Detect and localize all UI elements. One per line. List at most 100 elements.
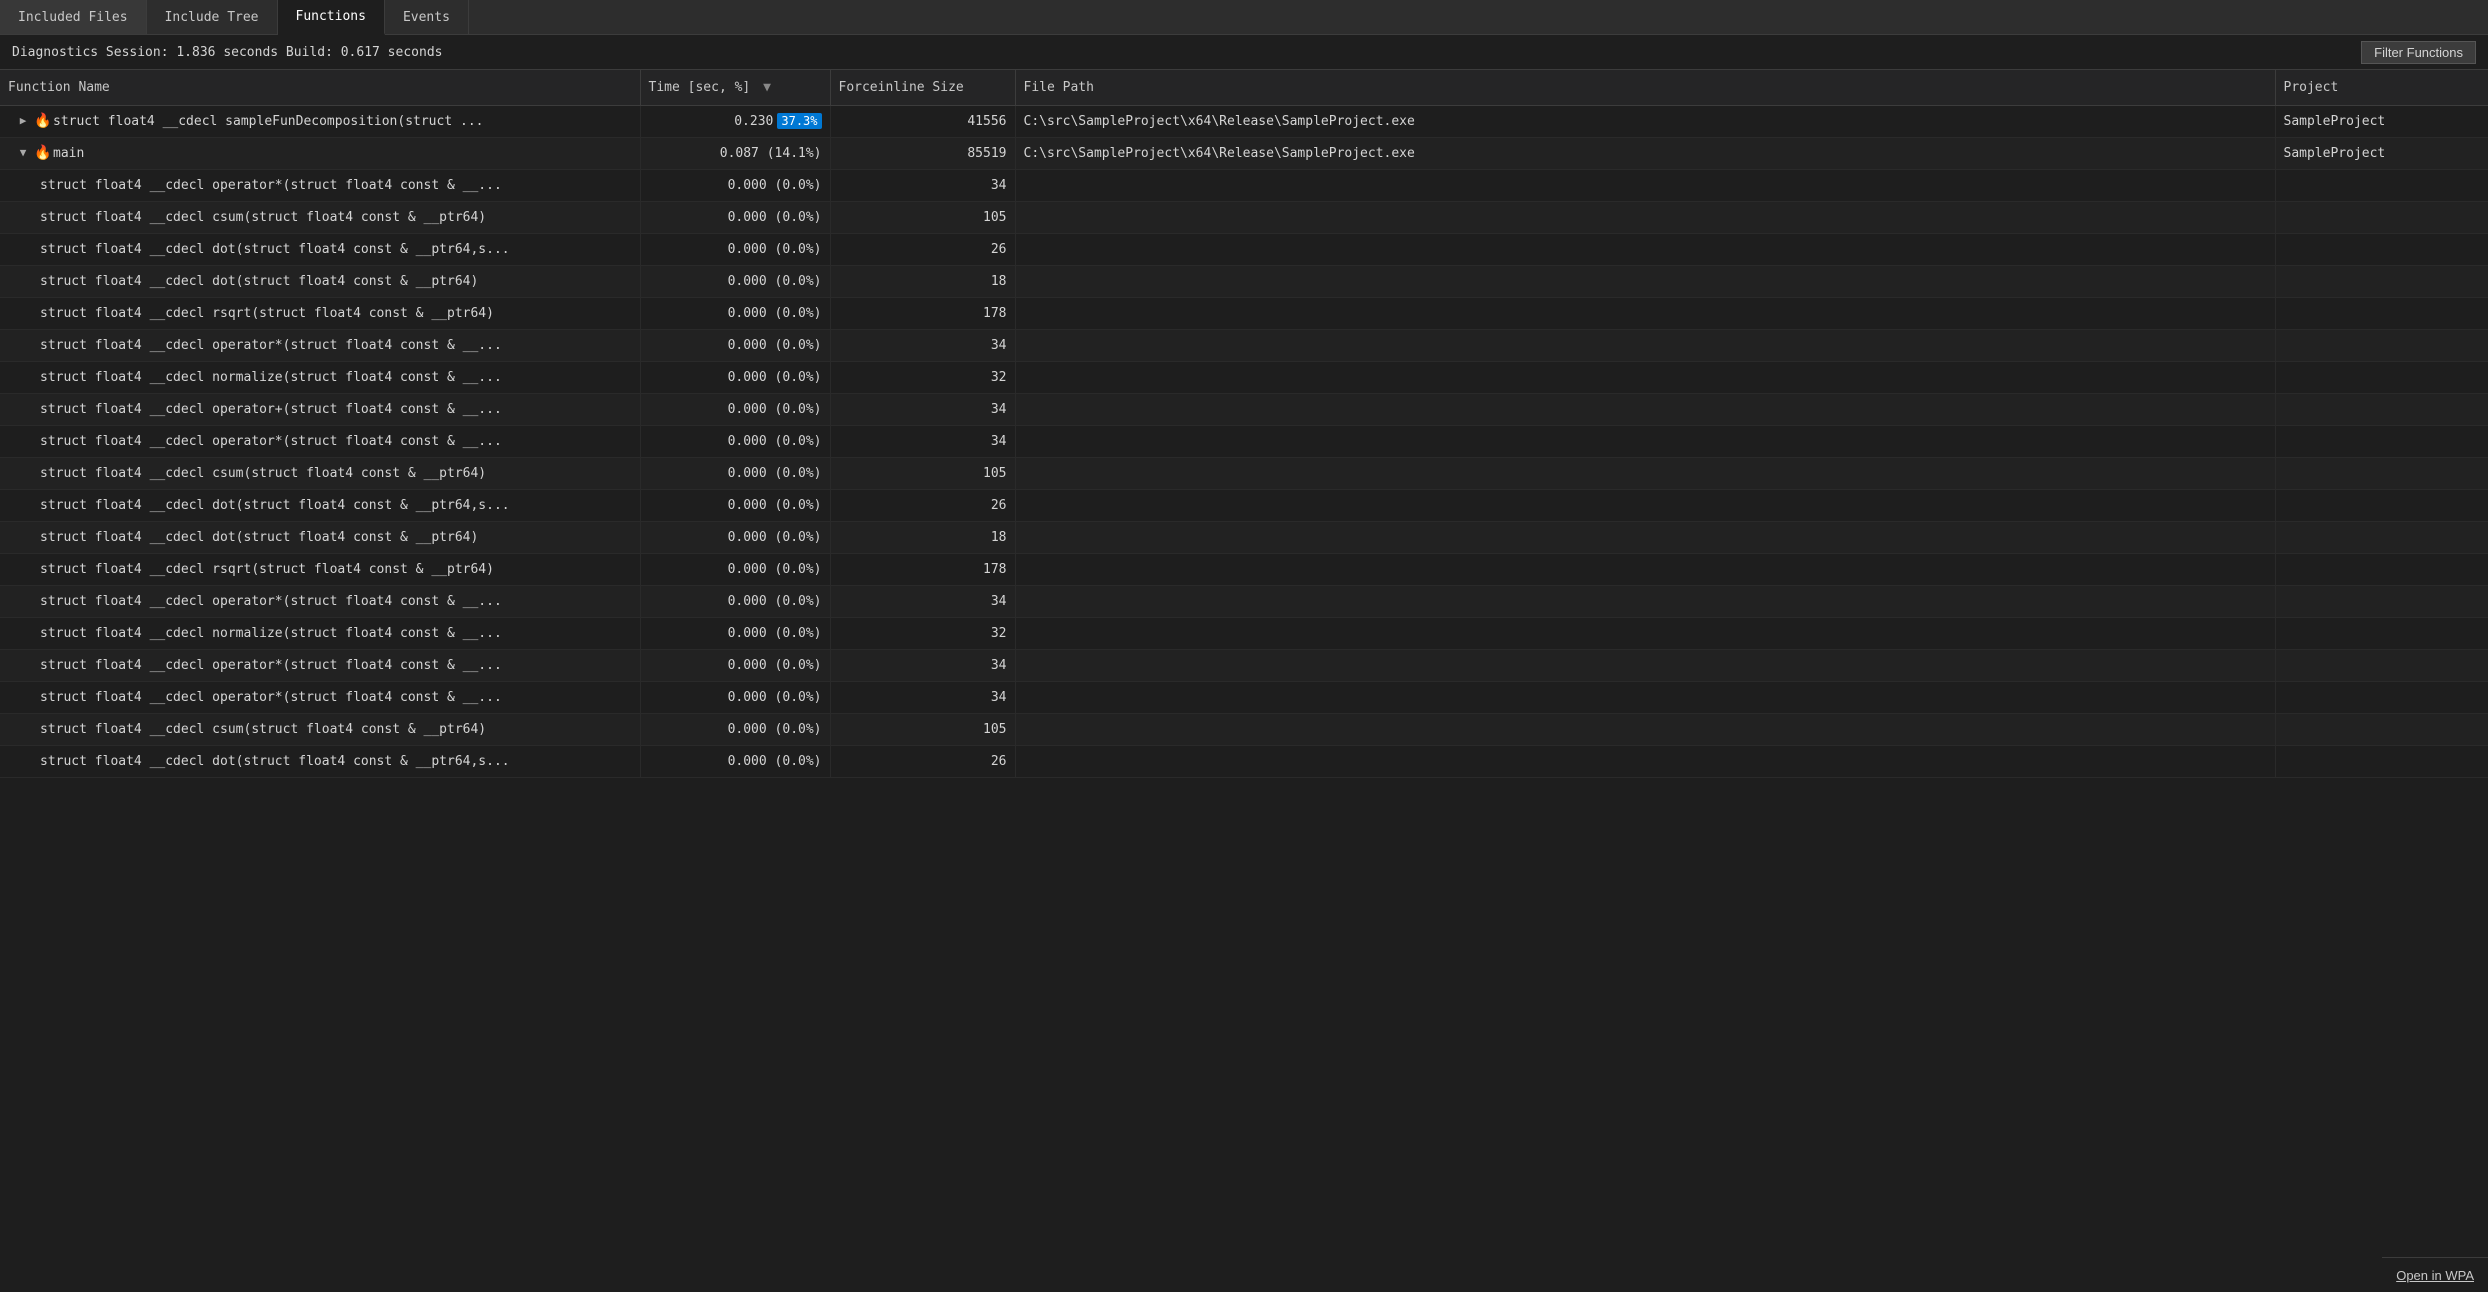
cell-force: 34: [830, 649, 1015, 681]
time-value: 0.000 (0.0%): [728, 178, 822, 193]
function-name-text: struct float4 __cdecl dot(struct float4 …: [40, 498, 510, 513]
cell-path: [1015, 489, 2275, 521]
table-row[interactable]: struct float4 __cdecl operator+(struct f…: [0, 393, 2488, 425]
function-name-text: struct float4 __cdecl operator*(struct f…: [40, 690, 502, 705]
time-value: 0.000 (0.0%): [728, 498, 822, 513]
tab-events[interactable]: Events: [385, 0, 469, 34]
cell-function-name: struct float4 __cdecl rsqrt(struct float…: [0, 297, 640, 329]
cell-path: [1015, 393, 2275, 425]
filter-functions-button[interactable]: Filter Functions: [2361, 41, 2476, 64]
cell-function-name: struct float4 __cdecl dot(struct float4 …: [0, 265, 640, 297]
table-row[interactable]: ▶🔥struct float4 __cdecl sampleFunDecompo…: [0, 105, 2488, 137]
cell-time: 0.000 (0.0%): [640, 713, 830, 745]
cell-project: [2275, 649, 2488, 681]
cell-path: [1015, 457, 2275, 489]
time-value: 0.000 (0.0%): [728, 274, 822, 289]
time-value: 0.000 (0.0%): [728, 530, 822, 545]
cell-path: [1015, 745, 2275, 777]
table-row[interactable]: struct float4 __cdecl csum(struct float4…: [0, 201, 2488, 233]
expand-icon[interactable]: ▶: [16, 114, 30, 128]
table-row[interactable]: struct float4 __cdecl operator*(struct f…: [0, 681, 2488, 713]
table-row[interactable]: struct float4 __cdecl dot(struct float4 …: [0, 233, 2488, 265]
cell-time: 0.000 (0.0%): [640, 329, 830, 361]
function-name-text: struct float4 __cdecl operator+(struct f…: [40, 402, 502, 417]
table-row[interactable]: struct float4 __cdecl operator*(struct f…: [0, 425, 2488, 457]
cell-path: [1015, 521, 2275, 553]
cell-force: 34: [830, 585, 1015, 617]
time-value: 0.087 (14.1%): [720, 146, 822, 161]
table-row[interactable]: struct float4 __cdecl normalize(struct f…: [0, 361, 2488, 393]
cell-time: 0.000 (0.0%): [640, 745, 830, 777]
time-value: 0.000 (0.0%): [728, 306, 822, 321]
cell-project: [2275, 457, 2488, 489]
table-row[interactable]: struct float4 __cdecl normalize(struct f…: [0, 617, 2488, 649]
time-value: 0.000 (0.0%): [728, 466, 822, 481]
time-value: 0.000 (0.0%): [728, 210, 822, 225]
column-header-path: File Path: [1015, 70, 2275, 105]
cell-project: [2275, 713, 2488, 745]
sort-arrow-time: ▼: [763, 80, 771, 95]
function-name-text: struct float4 __cdecl dot(struct float4 …: [40, 530, 478, 545]
function-name-text: struct float4 __cdecl rsqrt(struct float…: [40, 562, 494, 577]
table-row[interactable]: struct float4 __cdecl dot(struct float4 …: [0, 489, 2488, 521]
tab-functions[interactable]: Functions: [278, 0, 385, 35]
table-row[interactable]: struct float4 __cdecl operator*(struct f…: [0, 169, 2488, 201]
cell-path: [1015, 233, 2275, 265]
cell-project: [2275, 425, 2488, 457]
cell-time: 0.000 (0.0%): [640, 489, 830, 521]
open-in-wpa-button[interactable]: Open in WPA: [2396, 1268, 2474, 1283]
time-value: 0.000 (0.0%): [728, 370, 822, 385]
time-value: 0.000 (0.0%): [728, 402, 822, 417]
column-header-time[interactable]: Time [sec, %] ▼: [640, 70, 830, 105]
function-name-text: struct float4 __cdecl dot(struct float4 …: [40, 274, 478, 289]
cell-path: [1015, 361, 2275, 393]
tab-include-tree[interactable]: Include Tree: [147, 0, 278, 34]
tab-included-files[interactable]: Included Files: [0, 0, 147, 34]
time-value: 0.000 (0.0%): [728, 626, 822, 641]
table-row[interactable]: struct float4 __cdecl csum(struct float4…: [0, 457, 2488, 489]
cell-path: [1015, 553, 2275, 585]
cell-project: [2275, 681, 2488, 713]
function-name-text: struct float4 __cdecl normalize(struct f…: [40, 626, 502, 641]
cell-force: 32: [830, 617, 1015, 649]
table-row[interactable]: ▼🔥main0.087 (14.1%)85519C:\src\SamplePro…: [0, 137, 2488, 169]
table-row[interactable]: struct float4 __cdecl csum(struct float4…: [0, 713, 2488, 745]
time-value: 0.230: [734, 114, 773, 129]
cell-function-name: struct float4 __cdecl dot(struct float4 …: [0, 745, 640, 777]
cell-time: 0.000 (0.0%): [640, 425, 830, 457]
expand-icon[interactable]: ▼: [16, 146, 30, 160]
cell-function-name: struct float4 __cdecl operator*(struct f…: [0, 649, 640, 681]
cell-path: [1015, 585, 2275, 617]
cell-project: [2275, 617, 2488, 649]
cell-function-name: struct float4 __cdecl operator*(struct f…: [0, 425, 640, 457]
cell-function-name: struct float4 __cdecl operator*(struct f…: [0, 329, 640, 361]
cell-function-name: struct float4 __cdecl operator*(struct f…: [0, 585, 640, 617]
table-row[interactable]: struct float4 __cdecl dot(struct float4 …: [0, 745, 2488, 777]
functions-table: Function Name Time [sec, %] ▼ Forceinlin…: [0, 70, 2488, 778]
cell-function-name: ▶🔥struct float4 __cdecl sampleFunDecompo…: [0, 105, 640, 137]
table-row[interactable]: struct float4 __cdecl operator*(struct f…: [0, 329, 2488, 361]
cell-time: 0.000 (0.0%): [640, 393, 830, 425]
cell-function-name: struct float4 __cdecl dot(struct float4 …: [0, 521, 640, 553]
cell-path: C:\src\SampleProject\x64\Release\SampleP…: [1015, 105, 2275, 137]
function-name-text: struct float4 __cdecl operator*(struct f…: [40, 594, 502, 609]
cell-force: 34: [830, 681, 1015, 713]
table-row[interactable]: struct float4 __cdecl rsqrt(struct float…: [0, 297, 2488, 329]
table-row[interactable]: struct float4 __cdecl rsqrt(struct float…: [0, 553, 2488, 585]
tab-events-label: Events: [403, 10, 450, 25]
cell-function-name: struct float4 __cdecl csum(struct float4…: [0, 713, 640, 745]
cell-path: C:\src\SampleProject\x64\Release\SampleP…: [1015, 137, 2275, 169]
cell-time: 0.000 (0.0%): [640, 457, 830, 489]
table-row[interactable]: struct float4 __cdecl dot(struct float4 …: [0, 521, 2488, 553]
cell-time: 0.230 37.3%: [640, 105, 830, 137]
fire-icon: 🔥: [34, 145, 50, 161]
table-row[interactable]: struct float4 __cdecl operator*(struct f…: [0, 585, 2488, 617]
function-name-text: main: [53, 146, 84, 161]
cell-time: 0.000 (0.0%): [640, 585, 830, 617]
table-row[interactable]: struct float4 __cdecl dot(struct float4 …: [0, 265, 2488, 297]
cell-project: [2275, 489, 2488, 521]
cell-force: 178: [830, 297, 1015, 329]
cell-project: SampleProject: [2275, 105, 2488, 137]
table-row[interactable]: struct float4 __cdecl operator*(struct f…: [0, 649, 2488, 681]
functions-table-container[interactable]: Function Name Time [sec, %] ▼ Forceinlin…: [0, 70, 2488, 1257]
